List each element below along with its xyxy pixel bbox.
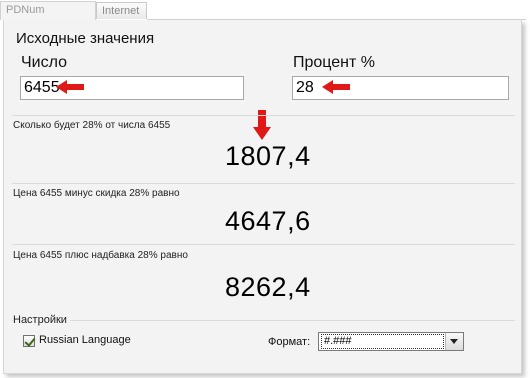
russian-language-label: Russian Language (39, 334, 131, 346)
result-percent-of-number-value: 1807,4 (225, 141, 311, 171)
format-label: Формат: (268, 336, 311, 348)
number-label: Число (21, 54, 68, 71)
result-markup-value: 8262,4 (225, 272, 311, 302)
result-markup: Цена 6455 плюс надбавка 28% равно 8262,4 (12, 244, 515, 311)
settings-group: Настройки Russian Language Формат: #.### (12, 314, 515, 369)
result-discount: Цена 6455 минус скидка 28% равно 4647,6 (12, 183, 515, 244)
tab-bar: PDNum Calculator Internet (0, 0, 530, 33)
result-percent-of-number: Сколько будет 28% от числа 6455 1807,4 (12, 115, 515, 178)
settings-title: Настройки (13, 314, 70, 326)
result-percent-of-number-label: Сколько будет 28% от числа 6455 (13, 120, 171, 131)
result-markup-label: Цена 6455 плюс надбавка 28% равно (13, 250, 188, 261)
format-select-value: #.### (321, 334, 444, 349)
chevron-down-icon[interactable] (445, 333, 463, 350)
russian-language-checkbox[interactable] (23, 335, 35, 347)
percent-label: Процент % (293, 54, 376, 71)
calculator-panel: Исходные значения Число 6455 Процент % 2… (3, 20, 522, 374)
arrow-left-icon (56, 80, 84, 94)
tab-pdnum-calculator[interactable]: PDNum Calculator (0, 1, 96, 33)
result-discount-value: 4647,6 (225, 206, 311, 236)
result-discount-label: Цена 6455 минус скидка 28% равно (13, 188, 180, 199)
input-values-title: Исходные значения (16, 30, 155, 47)
arrow-left-icon (322, 80, 350, 94)
tab-internet[interactable]: Internet (96, 2, 147, 19)
format-select[interactable]: #.### (318, 332, 464, 351)
